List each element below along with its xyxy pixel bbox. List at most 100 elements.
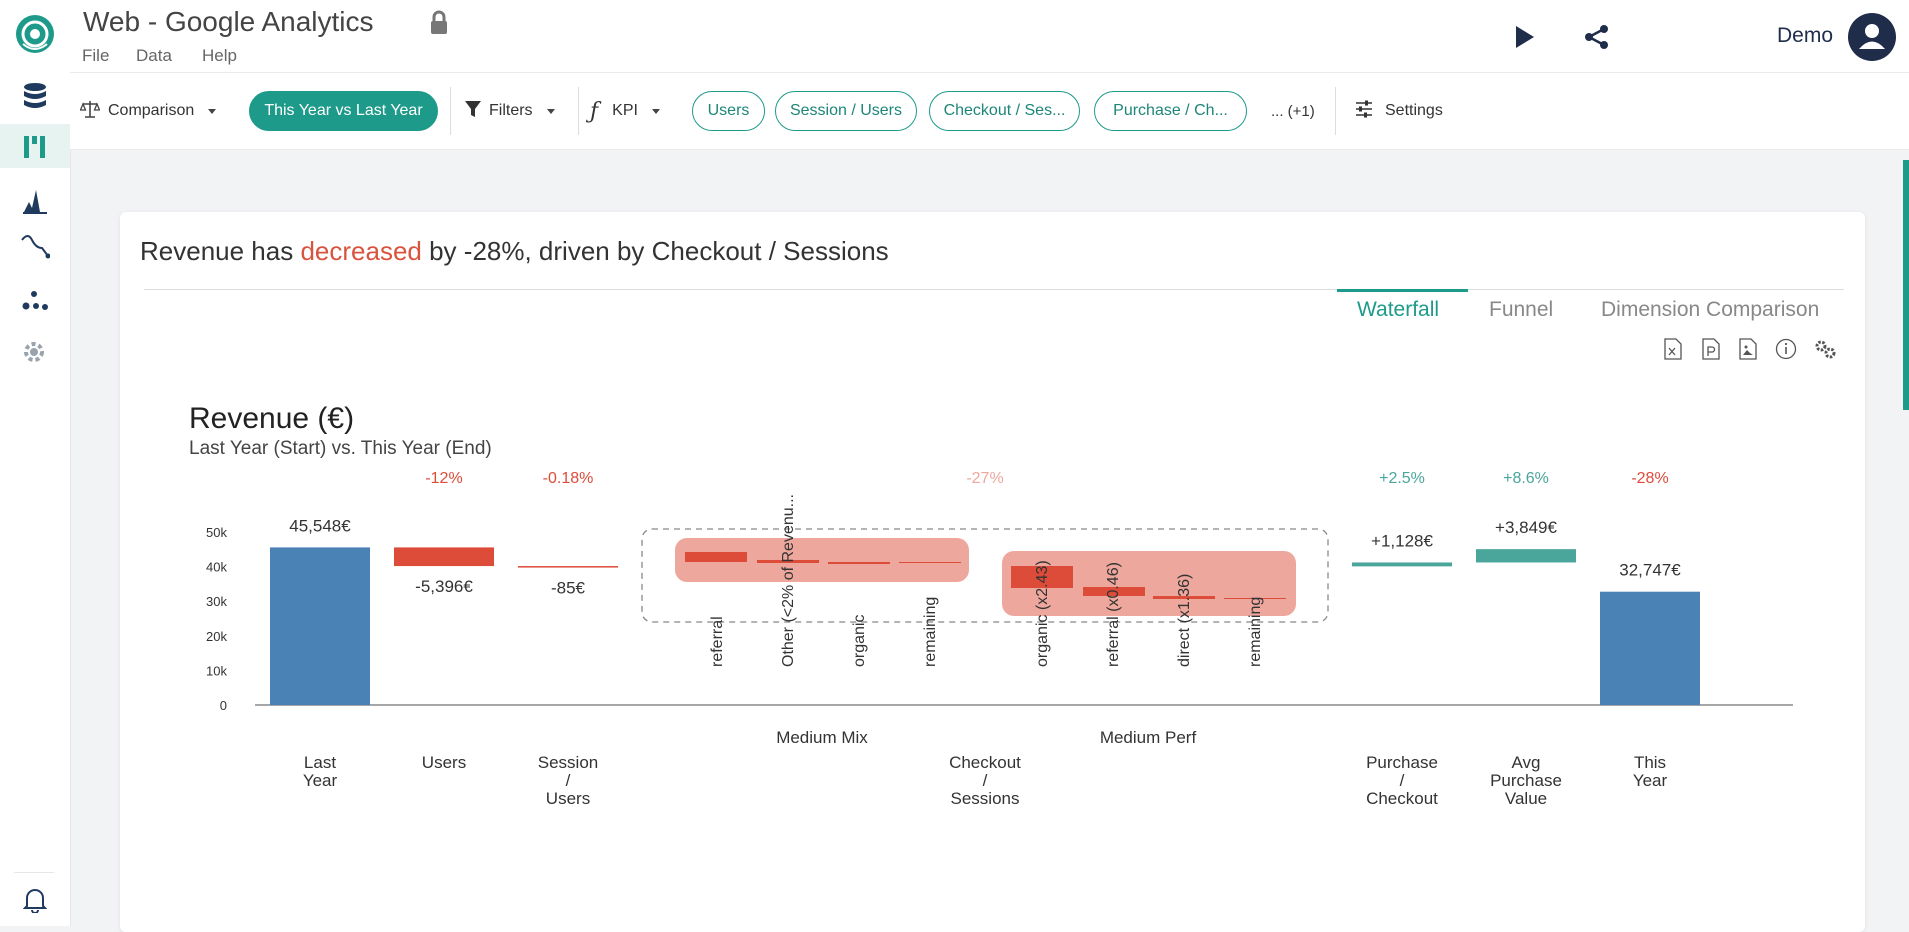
delta-bar: [518, 566, 618, 568]
y-tick-label: 10k: [206, 663, 227, 678]
bar-value-label: 32,747€: [1619, 561, 1681, 580]
y-tick-label: 20k: [206, 629, 227, 644]
avatar-icon[interactable]: [1847, 12, 1897, 67]
x-category-label: Checkout: [1366, 789, 1438, 808]
function-icon: ƒ: [590, 98, 599, 124]
y-tick-label: 40k: [206, 560, 227, 575]
chevron-down-icon: [546, 108, 555, 114]
kpi-dropdown[interactable]: ƒ KPI: [590, 73, 660, 149]
step-percent-label: +2.5%: [1379, 470, 1425, 487]
scatter-icon[interactable]: [0, 278, 70, 322]
kpi-pill-session-users[interactable]: Session / Users: [775, 91, 917, 131]
perf-item-label: organic (x2.43): [1034, 560, 1051, 667]
bar-value-label: -5,396€: [415, 577, 473, 596]
x-category-label: Value: [1505, 789, 1547, 808]
mix-item-label: referral: [709, 616, 726, 667]
x-category-label: Year: [303, 771, 338, 790]
settings-gear-icon[interactable]: [0, 330, 70, 374]
step-percent-label: -12%: [425, 470, 462, 487]
step-percent-label: -27%: [966, 470, 1003, 487]
menu-data[interactable]: Data: [136, 46, 172, 66]
kpi-pill-checkout-sessions[interactable]: Checkout / Ses...: [929, 91, 1080, 131]
menu-help[interactable]: Help: [202, 46, 237, 66]
y-tick-label: 50k: [206, 525, 227, 540]
toolbar: Comparison This Year vs Last Year Filter…: [70, 72, 1909, 150]
step-percent-label: -0.18%: [543, 470, 594, 487]
mix-step-bar: [828, 562, 890, 564]
total-bar: [1600, 591, 1700, 705]
filters-label: Filters: [489, 102, 533, 119]
x-category-label: Users: [546, 789, 590, 808]
bar-value-label: -85€: [551, 579, 586, 598]
y-tick-label: 30k: [206, 594, 227, 609]
step-percent-label: +8.6%: [1503, 470, 1549, 487]
sidebar-divider: [14, 872, 54, 873]
comparison-label: Comparison: [108, 102, 195, 119]
lock-icon: [428, 10, 450, 41]
filters-dropdown[interactable]: Filters: [465, 73, 555, 149]
kpi-label: KPI: [612, 102, 638, 119]
mix-item-label: organic: [851, 615, 868, 667]
bar-value-label: +1,128€: [1371, 531, 1433, 550]
perf-item-label: referral (x0.46): [1105, 562, 1122, 667]
comparison-value-pill[interactable]: This Year vs Last Year: [249, 91, 438, 131]
x-category-label: Session: [538, 753, 598, 772]
x-category-label: /: [1400, 771, 1405, 790]
x-category-label: Year: [1633, 771, 1668, 790]
menu-file[interactable]: File: [82, 46, 109, 66]
bar-value-label: +3,849€: [1495, 518, 1557, 537]
balance-scale-icon: [79, 100, 101, 123]
x-category-label: Last: [304, 753, 336, 772]
top-bar: Web - Google Analytics File Data Help De…: [70, 0, 1909, 72]
share-icon[interactable]: [1584, 24, 1610, 55]
chevron-down-icon: [651, 108, 660, 114]
kpi-pill-purchase-checkout[interactable]: Purchase / Ch...: [1094, 91, 1247, 131]
total-bar: [270, 547, 370, 705]
trend-icon[interactable]: [0, 224, 70, 268]
play-icon[interactable]: [1512, 24, 1536, 55]
perf-item-label: remaining: [1247, 597, 1264, 667]
bar-value-label: 45,548€: [289, 516, 351, 535]
x-category-label: This: [1634, 753, 1666, 772]
toolbar-divider: [450, 87, 451, 135]
kpi-more-button[interactable]: ... (+1): [1271, 73, 1315, 149]
filter-icon: [465, 100, 481, 123]
distribution-icon[interactable]: [0, 178, 70, 222]
comparison-dropdown[interactable]: Comparison: [79, 73, 217, 149]
x-category-label: Checkout: [949, 753, 1021, 772]
app-title: Web - Google Analytics: [83, 6, 374, 37]
delta-bar: [1352, 562, 1452, 567]
scrollbar[interactable]: [1903, 160, 1909, 410]
waterfall-icon[interactable]: [0, 124, 70, 168]
app-logo-icon[interactable]: [0, 12, 70, 56]
x-category-label: Purchase: [1490, 771, 1562, 790]
mix-step-bar: [899, 562, 961, 563]
step-percent-label: -28%: [1631, 470, 1668, 487]
toolbar-divider: [1335, 87, 1336, 135]
y-tick-label: 0: [220, 698, 227, 713]
database-icon[interactable]: [0, 74, 70, 118]
settings-label: Settings: [1385, 102, 1443, 119]
sliders-icon: [1355, 100, 1373, 123]
group-name-label: Medium Mix: [776, 728, 868, 747]
mix-item-label: remaining: [922, 597, 939, 667]
x-category-label: Sessions: [951, 789, 1020, 808]
mix-item-label: Other (<2% of Revenu...: [780, 494, 797, 667]
sidebar: [0, 0, 71, 926]
user-name[interactable]: Demo: [1777, 24, 1833, 48]
perf-item-label: direct (x1.36): [1176, 574, 1193, 667]
bell-icon[interactable]: [0, 878, 70, 922]
settings-button[interactable]: Settings: [1355, 73, 1443, 149]
waterfall-chart: 010k20k30k40k50k 45,548€LastYear-12%-5,39…: [206, 470, 1793, 808]
x-category-label: Avg: [1512, 753, 1541, 772]
delta-bar: [394, 547, 494, 567]
delta-bar: [1476, 549, 1576, 563]
mix-step-bar: [685, 552, 747, 562]
toolbar-divider: [578, 87, 579, 135]
x-category-label: Purchase: [1366, 753, 1438, 772]
chevron-down-icon: [208, 108, 217, 114]
group-name-label: Medium Perf: [1100, 728, 1197, 747]
kpi-pill-users[interactable]: Users: [692, 91, 765, 131]
insight-card: Revenue has decreased by -28%, driven by…: [120, 212, 1865, 932]
x-category-label: /: [566, 771, 571, 790]
